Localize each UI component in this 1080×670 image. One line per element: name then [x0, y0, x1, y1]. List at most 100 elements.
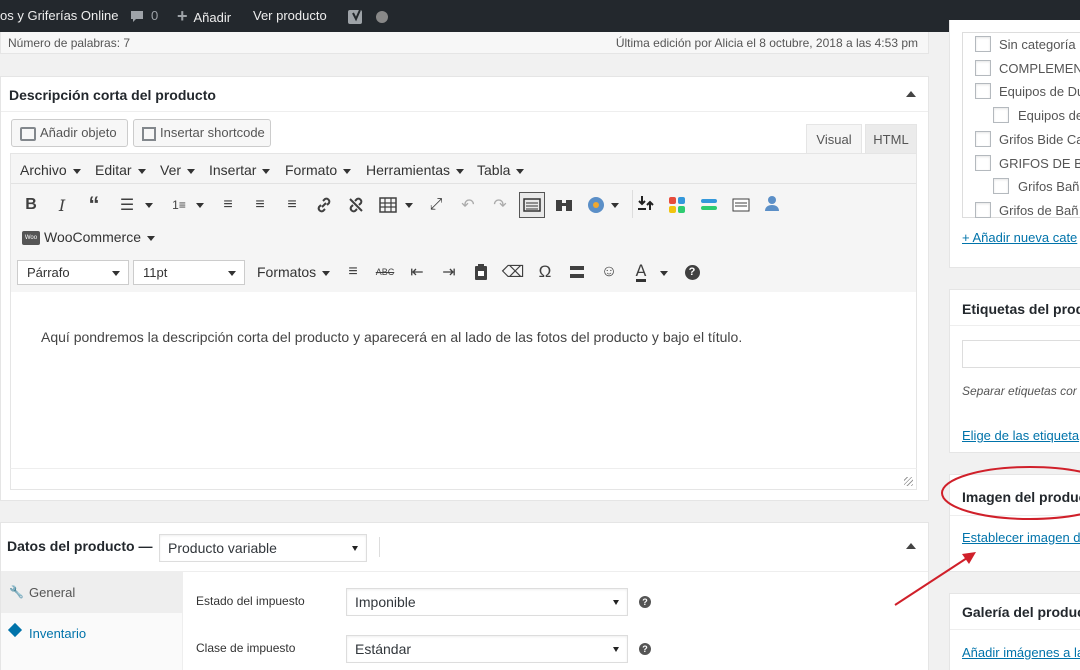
page-break-icon[interactable]: [566, 261, 588, 283]
fullscreen-icon[interactable]: ⤢: [425, 194, 447, 216]
menu-editar[interactable]: Editar: [95, 162, 146, 178]
category-checkbox[interactable]: [975, 83, 991, 99]
horizontal-rule-icon[interactable]: [730, 194, 752, 216]
menu-tabla[interactable]: Tabla: [477, 162, 525, 178]
numbered-list-icon[interactable]: 1≡: [168, 194, 190, 216]
collapse-arrow-icon[interactable]: [906, 91, 916, 97]
layers-icon[interactable]: [698, 194, 720, 216]
add-gallery-images-link[interactable]: Añadir imágenes a la: [962, 645, 1080, 660]
divider: [950, 629, 1080, 630]
help-icon[interactable]: ?: [681, 261, 703, 283]
strikethrough-icon[interactable]: ABC: [374, 261, 396, 283]
paste-icon[interactable]: [470, 261, 492, 283]
omega-icon[interactable]: Ω: [534, 261, 556, 283]
new-content-label: Añadir: [193, 10, 232, 25]
help-icon[interactable]: ?: [639, 596, 651, 608]
add-media-button[interactable]: Añadir objeto: [11, 119, 128, 147]
eraser-icon[interactable]: ⌫: [502, 261, 525, 283]
woocommerce-label: WooCommerce: [44, 229, 141, 245]
paragraph-select[interactable]: Párrafo: [17, 260, 129, 285]
align-right-icon[interactable]: ≡: [281, 194, 303, 216]
tax-status-select[interactable]: Imponible: [346, 588, 628, 616]
choose-tags-link[interactable]: Elige de las etiqueta: [962, 428, 1079, 443]
font-size-select[interactable]: 11pt: [133, 260, 245, 285]
menu-ver[interactable]: Ver: [160, 162, 196, 178]
emoji-icon[interactable]: ☺: [598, 261, 620, 283]
category-checkbox[interactable]: [975, 60, 991, 76]
site-name-link[interactable]: os y Griferías Online: [0, 0, 119, 32]
tab-visual[interactable]: Visual: [806, 124, 862, 154]
category-checkbox[interactable]: [975, 202, 991, 218]
menu-insertar[interactable]: Insertar: [209, 162, 271, 178]
outdent-icon[interactable]: ⇤: [406, 261, 428, 283]
menu-archivo[interactable]: Archivo: [20, 162, 81, 178]
chevron-down-icon[interactable]: [660, 271, 668, 276]
product-image-box: Imagen del produc Establecer imagen de: [949, 474, 1080, 572]
category-checkbox[interactable]: [975, 131, 991, 147]
resize-handle-icon[interactable]: [904, 477, 913, 486]
tab-inventario[interactable]: Inventario: [1, 613, 183, 654]
new-content-link[interactable]: + Añadir: [177, 0, 231, 32]
justify-icon[interactable]: ≡: [342, 261, 364, 283]
add-new-category-link[interactable]: + Añadir nueva cate: [962, 230, 1077, 245]
category-checkbox[interactable]: [993, 178, 1009, 194]
bullet-list-icon[interactable]: ☰: [116, 194, 138, 216]
category-checkbox[interactable]: [975, 36, 991, 52]
formats-menu[interactable]: Formatos: [257, 264, 331, 280]
link-icon[interactable]: [313, 194, 335, 216]
chevron-down-icon[interactable]: [145, 203, 153, 208]
menu-formato[interactable]: Formato: [285, 162, 352, 178]
redo-icon[interactable]: ↷: [489, 194, 511, 216]
category-label: Grifos Bide Ca: [999, 132, 1080, 147]
unlink-icon[interactable]: [345, 194, 367, 216]
tax-class-select[interactable]: Estándar: [346, 635, 628, 663]
add-media-label: Añadir objeto: [40, 125, 117, 140]
chevron-down-icon: [187, 168, 196, 174]
short-description-box: Descripción corta del producto Añadir ob…: [0, 76, 929, 501]
last-edit-info: Última edición por Alicia el 8 octubre, …: [615, 36, 918, 50]
product-type-select[interactable]: Producto variable: [159, 534, 367, 562]
product-data-box: Datos del producto — Producto variable 🔧…: [0, 522, 929, 670]
tab-html[interactable]: HTML: [865, 124, 917, 154]
table-icon[interactable]: [377, 194, 399, 216]
menu-herramientas[interactable]: Herramientas: [366, 162, 465, 178]
chevron-down-icon[interactable]: [611, 203, 619, 208]
view-product-link[interactable]: Ver producto: [253, 0, 327, 32]
indent-icon[interactable]: ⇥: [438, 261, 460, 283]
category-checkbox[interactable]: [993, 107, 1009, 123]
category-checkbox[interactable]: [975, 155, 991, 171]
italic-icon[interactable]: I: [51, 194, 73, 216]
tag-input[interactable]: [962, 340, 1080, 368]
user-icon[interactable]: [761, 192, 783, 214]
menu-tabla-label: Tabla: [477, 162, 511, 178]
align-left-icon[interactable]: ≡: [217, 194, 239, 216]
toolbar-toggle-icon[interactable]: [519, 192, 545, 218]
tags-box: Etiquetas del produ Separar etiquetas co…: [949, 289, 1080, 453]
chevron-down-icon[interactable]: [405, 203, 413, 208]
chevron-down-icon[interactable]: [196, 203, 204, 208]
woocommerce-menu[interactable]: Woo WooCommerce: [22, 229, 155, 246]
settings-gear-icon[interactable]: [585, 194, 607, 216]
binoculars-icon[interactable]: [553, 194, 575, 216]
align-center-icon[interactable]: ≡: [249, 194, 271, 216]
help-icon[interactable]: ?: [639, 643, 651, 655]
blockquote-icon[interactable]: “: [83, 192, 105, 217]
menu-editar-label: Editar: [95, 162, 132, 178]
set-product-image-link[interactable]: Establecer imagen de: [962, 530, 1080, 545]
bold-icon[interactable]: B: [20, 194, 42, 216]
text-color-icon[interactable]: A: [630, 261, 652, 283]
paste-text-icon[interactable]: [635, 192, 657, 214]
menu-insertar-label: Insertar: [209, 162, 257, 178]
editor-content-area[interactable]: Aquí pondremos la descripción corta del …: [10, 292, 917, 469]
tags-hint: Separar etiquetas cor: [962, 384, 1077, 398]
tab-general[interactable]: 🔧 General: [1, 572, 183, 613]
yoast-menu[interactable]: [347, 0, 365, 32]
collapse-arrow-icon[interactable]: [906, 543, 916, 549]
color-grid-icon[interactable]: [666, 194, 688, 216]
tab-general-label: General: [29, 585, 76, 600]
comments-link[interactable]: [129, 0, 145, 32]
insert-shortcode-button[interactable]: Insertar shortcode: [133, 119, 271, 147]
undo-icon[interactable]: ↶: [457, 194, 479, 216]
category-label: COMPLEMENT: [999, 61, 1080, 76]
chevron-down-icon: [456, 168, 465, 174]
